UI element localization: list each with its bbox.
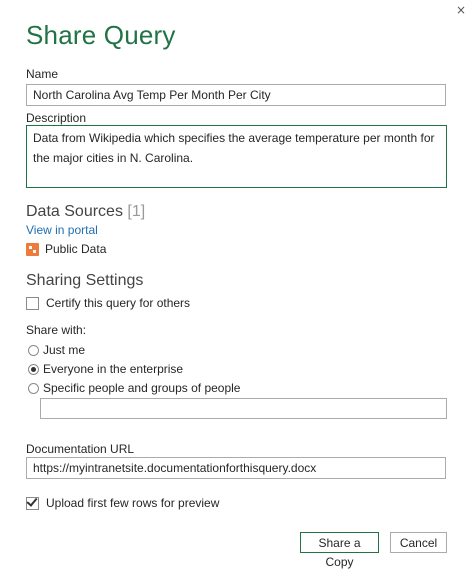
radio-everyone[interactable]: Everyone in the enterprise <box>28 362 183 376</box>
data-source-label: Public Data <box>45 242 107 256</box>
share-query-dialog: × Share Query Name North Carolina Avg Te… <box>0 0 474 579</box>
radio-button-selected[interactable] <box>28 363 39 375</box>
radio-specific-people[interactable]: Specific people and groups of people <box>28 381 240 395</box>
upload-preview-label: Upload first few rows for preview <box>46 496 220 510</box>
cancel-button[interactable]: Cancel <box>390 532 447 553</box>
data-sources-count: [1] <box>127 203 146 220</box>
radio-button[interactable] <box>28 344 39 356</box>
upload-preview-checkbox-row[interactable]: Upload first few rows for preview <box>26 494 220 510</box>
radio-just-me[interactable]: Just me <box>28 343 85 357</box>
radio-button[interactable] <box>28 382 39 394</box>
sharing-settings-heading: Sharing Settings <box>26 272 144 289</box>
close-icon[interactable]: × <box>456 4 466 16</box>
radio-just-me-label: Just me <box>43 343 86 357</box>
data-source-icon <box>26 242 39 256</box>
data-sources-heading: Data Sources [1] <box>26 203 145 221</box>
radio-selected-dot <box>31 366 36 372</box>
name-field[interactable]: North Carolina Avg Temp Per Month Per Ci… <box>26 84 446 106</box>
documentation-url-label: Documentation URL <box>26 442 135 456</box>
data-source-item: Public Data <box>26 242 106 256</box>
share-with-label: Share with: <box>26 323 87 337</box>
view-in-portal-link[interactable]: View in portal <box>26 223 98 237</box>
share-a-copy-button[interactable]: Share a Copy <box>300 532 379 569</box>
description-field[interactable]: Data from Wikipedia which specifies the … <box>26 125 447 188</box>
dialog-title: Share Query <box>26 20 176 50</box>
name-label: Name <box>26 67 59 81</box>
radio-everyone-label: Everyone in the enterprise <box>43 362 184 376</box>
upload-preview-checkbox[interactable] <box>26 494 39 510</box>
data-sources-title: Data Sources <box>26 203 123 220</box>
people-groups-field[interactable] <box>40 398 447 419</box>
certify-query-checkbox-row[interactable]: Certify this query for others <box>26 296 190 310</box>
check-icon <box>26 494 38 507</box>
certify-query-checkbox[interactable] <box>26 296 39 310</box>
documentation-url-field[interactable]: https://myintranetsite.documentationfort… <box>26 457 446 479</box>
certify-query-label: Certify this query for others <box>46 296 191 310</box>
radio-specific-people-label: Specific people and groups of people <box>43 381 241 395</box>
description-label: Description <box>26 111 87 125</box>
